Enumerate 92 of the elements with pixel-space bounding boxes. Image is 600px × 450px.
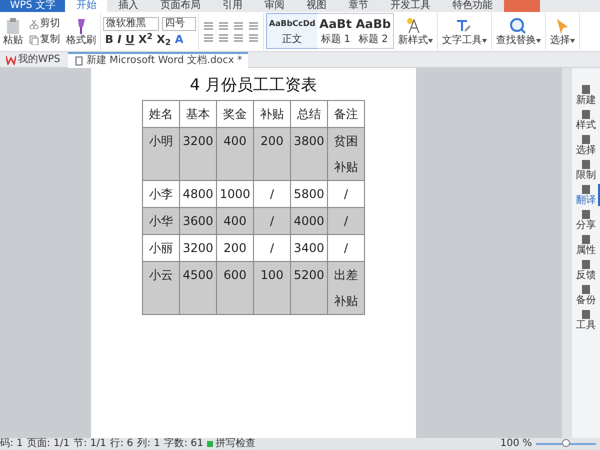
sidebar-item[interactable]: 分享 [572,209,600,231]
align-icon [203,32,214,42]
status-text: 节: 1/1 [74,438,106,450]
tool-button[interactable]: 选择 [548,17,577,46]
list-icon [248,20,259,30]
table-cell: 4000 [290,208,328,234]
list-icon [233,20,244,30]
document-tab[interactable]: 新建 Microsoft Word 文档.docx * [68,52,248,68]
search-icon [509,17,528,35]
table-cell: 5200 [290,262,328,314]
align-icon [248,32,259,42]
table-cell: 3200 [180,128,216,180]
font-name-field[interactable]: 微软雅黑 [103,17,159,31]
clipboard-icon [5,17,21,35]
menu-tab[interactable]: 视图 [295,0,338,12]
align-button[interactable] [216,32,231,42]
sidebar-item[interactable]: 翻译 [572,184,600,206]
sidebar-item[interactable]: 反馈 [572,259,600,281]
format-button[interactable]: I [115,33,124,46]
format-painter-button[interactable]: 格式刷 [64,17,98,46]
align-button[interactable] [201,32,216,42]
scrollbar[interactable] [562,68,572,438]
caret-icon [428,38,433,42]
format-button[interactable]: B [103,33,116,46]
list-icon [203,20,214,30]
style-button[interactable]: AaBt 标题 1 [317,14,354,48]
sidebar-item[interactable]: 限制 [572,159,600,181]
list-button[interactable] [246,20,261,30]
table-cell: 4500 [180,262,216,314]
menu-tab[interactable]: 插入 [107,0,150,12]
font-size-field[interactable]: 四号 [162,17,196,31]
caret-icon [482,38,487,42]
list-button[interactable] [231,20,246,30]
style-button[interactable]: AaBbCcDd 正文 [267,14,318,48]
menu-tab[interactable]: 引用 [211,0,254,12]
sidebar-item[interactable]: 新建 [572,84,600,106]
spell-check-toggle[interactable]: 拼写检查 [207,438,256,450]
table-cell: 小云 [142,262,180,314]
status-text: 码: 1 [0,438,23,450]
table-cell: 100 [254,262,290,314]
align-button[interactable] [231,32,246,42]
menu-tab[interactable]: 特色功能 [441,0,504,12]
align-icon [233,32,244,42]
caret-icon [570,38,575,42]
sidebar-item[interactable]: 属性 [572,234,600,256]
table-cell: 600 [216,262,254,314]
sidebar-item[interactable]: 选择 [572,134,600,156]
copy-button[interactable]: 复制 [27,34,62,46]
caret-icon [536,38,541,42]
table-cell: 200 [254,128,290,180]
table-cell: / [254,208,290,234]
status-text: 页面: 1/1 [26,438,70,450]
table-cell: 贫困补贴 [328,128,364,180]
table-cell: 小华 [142,208,180,234]
table-cell: 400 [216,128,254,180]
menu-tab[interactable]: 页面布局 [149,0,212,12]
sidebar-item[interactable]: 备份 [572,284,600,306]
status-text: 字数: 61 [164,438,204,450]
status-text: 行: 6 [110,438,134,450]
document-tab[interactable]: 我的WPS [0,52,66,66]
status-text: 列: 1 [137,438,160,450]
table-cell: 3800 [290,128,328,180]
format-button[interactable]: X$_{2}$ [154,33,173,46]
sidebar-item[interactable]: 工具 [572,309,600,331]
list-button[interactable] [216,20,231,30]
tool-button[interactable]: 文字工具 [440,17,489,46]
list-icon [218,20,229,30]
align-button[interactable] [246,32,261,42]
table-cell: 3600 [180,208,216,234]
column-header: 姓名 [142,100,180,128]
table-cell: 出差补贴 [328,262,364,314]
table-cell: 小明 [142,128,180,180]
zoom-text: 100 % [500,438,532,450]
cut-button[interactable]: 剪切 [27,18,62,30]
tool-button[interactable]: 查找替换 [494,17,543,46]
slider-thumb[interactable] [562,439,570,447]
tool-button[interactable]: 新样式 [396,17,435,46]
wps-logo-icon [6,54,16,64]
table-cell: / [328,208,364,234]
format-button[interactable]: X$^{2}$ [136,33,155,46]
scissors-icon [29,18,39,28]
format-button[interactable]: U [123,33,136,46]
list-button[interactable] [201,20,216,30]
format-button[interactable]: A [172,33,186,46]
paste-button[interactable]: 粘贴 [1,17,25,46]
sidebar-item[interactable]: 样式 [572,109,600,131]
document-title: 4 月份员工工资表 [190,74,318,96]
align-icon [218,32,229,42]
copy-icon [29,34,39,44]
table-cell: 400 [216,208,254,234]
menu-tab[interactable]: 开发工具 [379,0,442,12]
menu-tab[interactable]: 开始 [65,0,108,12]
